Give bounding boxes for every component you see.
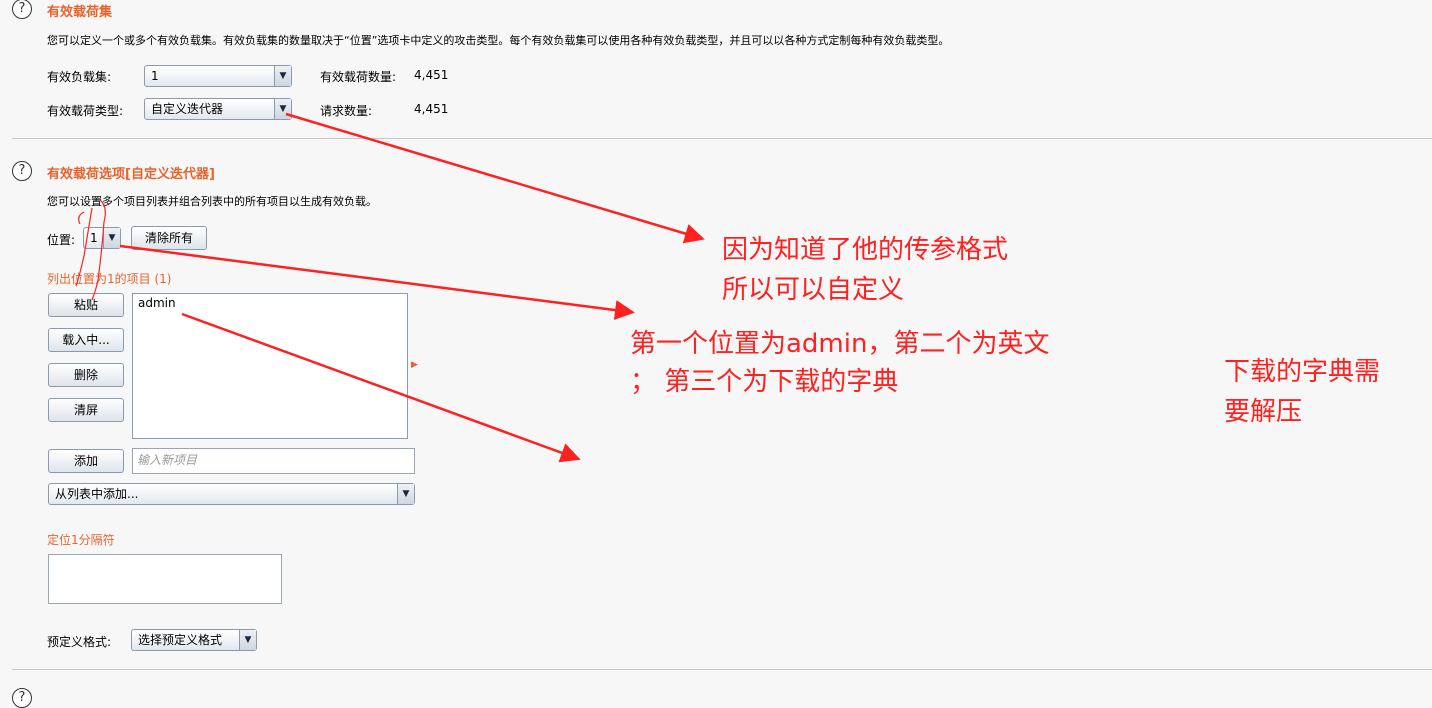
position-select[interactable]: 1 ▼ (83, 227, 121, 249)
clear-all-button[interactable]: 清除所有 (131, 226, 207, 250)
payload-type-value: 自定义迭代器 (151, 102, 224, 116)
help-icon[interactable]: ? (12, 161, 32, 181)
payload-set-value: 1 (151, 69, 159, 83)
annotation-note-2-line-2: ； 第三个为下载的字典 (630, 367, 899, 397)
predefined-format-label: 预定义格式: (47, 635, 112, 649)
payload-options-description: 您可以设置多个项目列表并组合列表中的所有项目以生成有效负载。 (47, 195, 377, 208)
payload-set-label: 有效负载集: (47, 70, 112, 84)
paste-button[interactable]: 粘贴 (48, 293, 124, 317)
annotation-arrow (285, 112, 705, 244)
list-item[interactable]: admin (133, 294, 407, 312)
chevron-down-icon: ▼ (274, 66, 291, 86)
section-title-payload-sets: 有效载荷集 (47, 5, 113, 20)
annotation-note-3-line-2: 要解压 (1224, 397, 1303, 427)
expand-arrow-icon[interactable]: ▶ (411, 360, 418, 370)
chevron-down-icon: ▼ (397, 484, 414, 504)
remove-button[interactable]: 删除 (48, 363, 124, 387)
payload-type-label: 有效载荷类型: (47, 104, 124, 118)
section-title-payload-options: 有效载荷选项[自定义迭代器] (47, 167, 215, 182)
chevron-down-icon: ▼ (274, 99, 291, 119)
load-button[interactable]: 载入中... (48, 328, 124, 352)
separator-input[interactable] (48, 554, 282, 604)
add-button[interactable]: 添加 (48, 449, 124, 473)
chevron-down-icon: ▼ (239, 630, 256, 650)
predefined-format-select[interactable]: 选择预定义格式 ▼ (131, 629, 257, 651)
clear-button[interactable]: 清屏 (48, 398, 124, 422)
annotation-note-1-line-2: 所以可以自定义 (722, 275, 905, 305)
request-count-label: 请求数量: (320, 104, 373, 118)
annotation-note-2-line-1: 第一个位置为admin，第二个为英文 (630, 329, 1050, 359)
add-from-list-value: 从列表中添加... (55, 487, 139, 501)
position-value: 1 (90, 231, 98, 245)
payload-count-value: 4,451 (414, 68, 449, 82)
payload-set-select[interactable]: 1 ▼ (144, 65, 292, 87)
section-divider (12, 669, 1432, 670)
separator-label: 定位1分隔符 (47, 533, 115, 547)
add-from-list-select[interactable]: 从列表中添加... ▼ (48, 483, 415, 505)
position-label: 位置: (47, 233, 76, 247)
new-item-input[interactable]: 输入新项目 (132, 448, 415, 474)
item-list[interactable]: admin (132, 293, 408, 439)
list-items-label: 列出位置为1的项目 (1) (47, 272, 172, 286)
payload-count-label: 有效载荷数量: (320, 70, 397, 84)
new-item-placeholder: 输入新项目 (137, 453, 198, 467)
annotation-note-3-line-1: 下载的字典需 (1224, 357, 1381, 387)
payload-type-select[interactable]: 自定义迭代器 ▼ (144, 98, 292, 120)
request-count-value: 4,451 (414, 102, 449, 116)
payload-sets-description: 您可以定义一个或多个有效负载集。有效负载集的数量取决于“位置”选项卡中定义的攻击… (47, 34, 950, 47)
predefined-format-value: 选择预定义格式 (138, 633, 223, 647)
section-divider (12, 138, 1432, 139)
help-icon[interactable]: ? (12, 688, 32, 708)
help-icon[interactable]: ? (12, 0, 32, 19)
annotation-note-1-line-1: 因为知道了他的传参格式 (722, 235, 1009, 265)
chevron-down-icon: ▼ (103, 228, 120, 248)
